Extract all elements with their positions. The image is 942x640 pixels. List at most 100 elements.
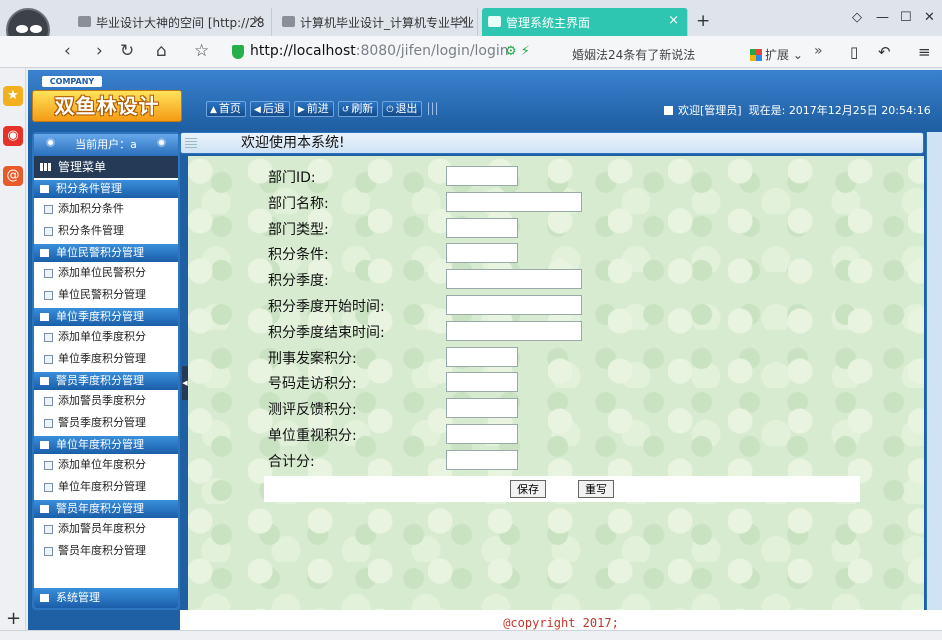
menu-item[interactable]: 添加单位民警积分 (34, 262, 178, 284)
at-mail-icon[interactable]: @ (3, 166, 23, 186)
menu-group-label: 警员年度积分管理 (56, 502, 144, 515)
skin-icon[interactable]: ◇ (852, 10, 862, 25)
new-tab-button[interactable]: + (696, 11, 710, 31)
field-input[interactable] (446, 191, 582, 212)
menu-icon[interactable]: ≡ (918, 43, 931, 61)
minimize-icon[interactable]: — (876, 10, 889, 25)
page-icon (44, 483, 53, 492)
field-input[interactable] (446, 398, 518, 419)
url-path: :8080/jifen/login/login (355, 43, 509, 59)
field-input[interactable] (446, 269, 582, 290)
close-tab-icon[interactable]: × (458, 13, 469, 28)
logout-button[interactable]: ⏻ 退出 (382, 101, 423, 117)
menu-item-label: 单位年度积分管理 (58, 480, 146, 493)
forward-button[interactable]: ▶ 前进 (293, 101, 334, 117)
menu-group-1[interactable]: 积分条件管理 (34, 180, 178, 198)
browser-tab-bar: 毕业设计大神的空间 [http://28 × 计算机毕业设计_计算机专业毕业 ×… (0, 0, 942, 52)
back-icon[interactable]: ‹ (64, 41, 71, 61)
extensions-icon (750, 49, 762, 61)
field-input[interactable] (446, 217, 518, 238)
field-label: 积分季度: (268, 273, 329, 290)
reload-icon[interactable]: ↻ (120, 41, 134, 61)
url-input[interactable]: http://localhost:8080/jifen/login/login (228, 40, 548, 64)
menu-groups: 积分条件管理 添加积分条件 积分条件管理 单位民警积分管理 添加单位民警积分 单位民警积分… (34, 180, 178, 562)
field-input[interactable] (446, 320, 582, 341)
menu-item[interactable]: 警员季度积分管理 (34, 412, 178, 434)
menu-group-3[interactable]: 单位季度积分管理 (34, 308, 178, 326)
page-title: 欢迎使用本系统! (241, 135, 345, 151)
tab-title: 计算机毕业设计_计算机专业毕业 (300, 16, 475, 30)
menu-group-label: 单位民警积分管理 (56, 246, 144, 259)
undo-icon[interactable]: ↶ (878, 43, 891, 61)
welcome-text: 欢迎[管理员] (678, 104, 742, 117)
square-icon (664, 106, 673, 115)
menu-item-label: 单位季度积分管理 (58, 352, 146, 365)
speed-icon[interactable]: ⚙ ⚡ (505, 44, 530, 59)
menu-item[interactable]: 警员年度积分管理 (34, 540, 178, 562)
field-input[interactable] (446, 346, 518, 367)
close-tab-icon[interactable]: × (252, 13, 263, 28)
menu-item[interactable]: 单位季度积分管理 (34, 348, 178, 370)
field-input[interactable] (446, 372, 518, 393)
nav-separator-icon: ||| (426, 101, 439, 115)
home-label: 首页 (218, 102, 241, 115)
field-input[interactable] (446, 166, 518, 186)
pin-icon (46, 138, 55, 147)
top-nav: ▲ 首页 ◀ 后退 ▶ 前进 ↺ 刷新 ⏻ 退出 ||| (206, 101, 439, 117)
field-input[interactable] (446, 243, 518, 264)
field-input[interactable] (446, 295, 582, 315)
extensions-button[interactable]: 扩展 ⌄ (750, 46, 803, 63)
refresh-icon: ↺ (341, 105, 350, 115)
refresh-button[interactable]: ↺ 刷新 (337, 101, 379, 117)
menu-item[interactable]: 添加单位季度积分 (34, 326, 178, 348)
company-badge: COMPANY (42, 76, 102, 87)
more-icon[interactable]: » (814, 43, 823, 59)
maximize-icon[interactable]: ☐ (900, 10, 912, 25)
back-button[interactable]: ◀ 后退 (249, 101, 290, 117)
add-sidebar-icon[interactable]: + (6, 608, 21, 629)
menu-group-4[interactable]: 警员季度积分管理 (34, 372, 178, 390)
menu-item-label: 添加警员年度积分 (58, 522, 146, 535)
forward-label: 前进 (306, 102, 329, 115)
reset-button[interactable]: 重写 (578, 480, 614, 498)
menu-item[interactable]: 积分条件管理 (34, 220, 178, 242)
menu-group-label: 单位年度积分管理 (56, 438, 144, 451)
page-icon (44, 333, 53, 342)
field-input[interactable] (446, 424, 518, 444)
system-management-group[interactable]: 系统管理 (34, 588, 178, 608)
form-area: 部门ID: 部门名称: 部门类型: 积分条件: 积分季度: 积分季度开始时间: 积分季度结束… (188, 156, 924, 610)
back-label: 后退 (262, 102, 285, 115)
menu-item[interactable]: 单位年度积分管理 (34, 476, 178, 498)
page-icon (44, 461, 53, 470)
menu-item[interactable]: 添加单位年度积分 (34, 454, 178, 476)
browser-tab-2[interactable]: 计算机毕业设计_计算机专业毕业 × (276, 8, 478, 36)
close-window-icon[interactable]: ✕ (924, 10, 935, 25)
browser-tab-3-active[interactable]: 管理系统主界面 × (482, 8, 688, 36)
favorites-icon[interactable]: ★ (3, 86, 23, 106)
page-icon (44, 525, 53, 534)
now-label: 现在是: (748, 104, 786, 117)
weibo-icon[interactable]: ◉ (3, 126, 23, 146)
browser-tab-1[interactable]: 毕业设计大神的空间 [http://28 × (72, 8, 272, 36)
menu-item[interactable]: 添加积分条件 (34, 198, 178, 220)
home-icon[interactable]: ⌂ (156, 41, 167, 61)
folder-icon (40, 505, 49, 513)
folder-icon (40, 249, 49, 257)
save-button[interactable]: 保存 (510, 480, 546, 498)
forward-icon[interactable]: › (96, 41, 103, 61)
menu-group-2[interactable]: 单位民警积分管理 (34, 244, 178, 262)
menu-group-6[interactable]: 警员年度积分管理 (34, 500, 178, 518)
menu-group-5[interactable]: 单位年度积分管理 (34, 436, 178, 454)
search-suggestion[interactable]: 婚姻法24条有了新说法 (572, 46, 695, 63)
menu-item[interactable]: 添加警员季度积分 (34, 390, 178, 412)
close-tab-icon[interactable]: × (668, 13, 679, 28)
bookmark-star-icon[interactable]: ☆ (194, 41, 209, 61)
field-label: 部门名称: (268, 195, 329, 212)
menu-item[interactable]: 单位民警积分管理 (34, 284, 178, 306)
secure-shield-icon (232, 45, 244, 59)
home-button[interactable]: ▲ 首页 (206, 101, 246, 117)
page-icon (44, 291, 53, 300)
menu-item[interactable]: 添加警员年度积分 (34, 518, 178, 540)
field-input[interactable] (446, 449, 518, 470)
reading-mode-icon[interactable]: ▯ (850, 43, 858, 61)
